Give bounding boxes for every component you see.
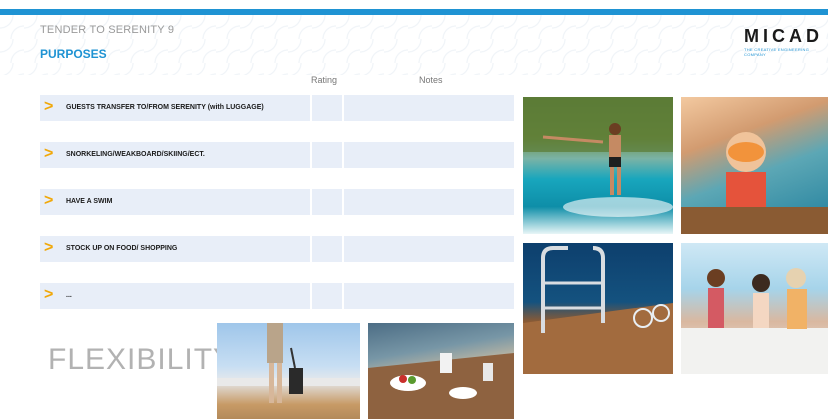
purpose-row: > GUESTS TRANSFER TO/FROM SERENITY (with… bbox=[40, 95, 514, 121]
chevron-right-icon: > bbox=[44, 286, 54, 303]
notes-cell bbox=[342, 95, 344, 121]
snorkel-photo bbox=[681, 97, 828, 234]
notes-cell bbox=[342, 189, 344, 215]
purpose-row: > ... bbox=[40, 283, 514, 309]
flexibility-heading: FLEXIBILITY bbox=[48, 343, 235, 376]
notes-cell bbox=[342, 283, 344, 309]
purpose-label: SNORKELING/WEAKBOARD/SKIING/ECT. bbox=[66, 151, 205, 158]
column-header-rating: Rating bbox=[311, 75, 338, 85]
breakfast-illustration bbox=[368, 353, 514, 419]
chevron-right-icon: > bbox=[44, 192, 54, 209]
micad-logo: MICAD THE CREATIVE ENGINEERING COMPANY bbox=[744, 26, 824, 57]
purpose-row: > HAVE A SWIM bbox=[40, 189, 514, 215]
purpose-label: GUESTS TRANSFER TO/FROM SERENITY (with L… bbox=[66, 104, 264, 111]
waterski-illustration bbox=[523, 97, 673, 217]
swim-ladder-photo bbox=[523, 243, 673, 374]
snorkel-illustration bbox=[681, 132, 828, 234]
waterski-photo bbox=[523, 97, 673, 234]
rating-cell bbox=[310, 236, 312, 262]
swim-ladder-illustration bbox=[523, 246, 673, 374]
rating-cell bbox=[310, 189, 312, 215]
section-title: PURPOSES bbox=[40, 47, 107, 61]
chevron-right-icon: > bbox=[44, 98, 54, 115]
column-header-notes: Notes bbox=[419, 75, 443, 85]
rating-cell bbox=[310, 142, 312, 168]
rating-cell bbox=[310, 283, 312, 309]
purpose-row: > STOCK UP ON FOOD/ SHOPPING bbox=[40, 236, 514, 262]
rating-cell bbox=[310, 95, 312, 121]
chevron-right-icon: > bbox=[44, 239, 54, 256]
luggage-walk-photo bbox=[217, 323, 360, 419]
purpose-label: HAVE A SWIM bbox=[66, 198, 113, 205]
breakfast-deck-photo bbox=[368, 323, 514, 419]
luggage-illustration bbox=[217, 323, 360, 403]
purpose-row: > SNORKELING/WEAKBOARD/SKIING/ECT. bbox=[40, 142, 514, 168]
document-title: TENDER TO SERENITY 9 bbox=[40, 24, 175, 36]
logo-text: MICAD bbox=[744, 26, 823, 46]
purpose-label: ... bbox=[66, 292, 72, 299]
notes-cell bbox=[342, 142, 344, 168]
purpose-label: STOCK UP ON FOOD/ SHOPPING bbox=[66, 245, 178, 252]
friends-illustration bbox=[681, 268, 828, 374]
logo-subtitle: THE CREATIVE ENGINEERING COMPANY bbox=[744, 47, 810, 57]
chevron-right-icon: > bbox=[44, 145, 54, 162]
notes-cell bbox=[342, 236, 344, 262]
friends-boat-photo bbox=[681, 243, 828, 374]
